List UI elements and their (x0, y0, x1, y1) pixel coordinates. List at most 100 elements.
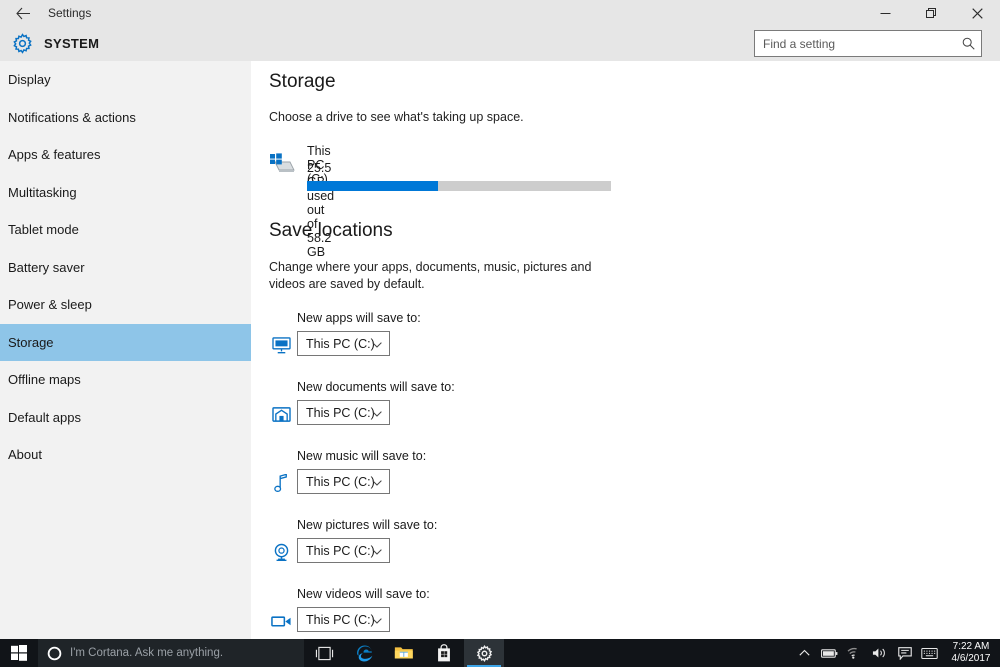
save-location-select-pictures[interactable]: This PC (C:) (297, 538, 390, 563)
sidebar-item-label: Multitasking (8, 184, 77, 200)
search-input[interactable] (755, 36, 955, 51)
sidebar-item-label: Storage (8, 334, 54, 350)
sidebar-item-label: Notifications & actions (8, 109, 136, 125)
start-button[interactable] (0, 639, 38, 667)
storage-description: Choose a drive to see what's taking up s… (269, 110, 524, 124)
taskbar: I'm Cortana. Ask me anything. 7:22 AM 4/… (0, 639, 1000, 667)
sidebar-item-label: Tablet mode (8, 222, 79, 238)
camcorder-icon (269, 609, 293, 633)
search-icon[interactable] (955, 37, 981, 50)
drive-usage-fill (307, 181, 438, 191)
monitor-icon (269, 333, 293, 357)
sidebar-item-label: Default apps (8, 409, 81, 425)
sidebar-item-notifications-actions[interactable]: Notifications & actions (0, 99, 251, 137)
drive-usage-text: 25.5 GB used out of 58.2 GB (307, 161, 335, 259)
task-view-icon[interactable] (304, 639, 344, 667)
drive-usage-bar (307, 181, 611, 191)
wifi-glyph (847, 647, 857, 659)
save-select-value: This PC (C:) (306, 543, 375, 558)
settings-taskbar-icon[interactable] (464, 639, 504, 667)
save-locations-heading: Save locations (269, 220, 393, 241)
camera-glyph (274, 543, 288, 561)
chevron-down-icon (372, 406, 382, 420)
sidebar-item-label: About (8, 447, 42, 463)
search-box[interactable] (754, 30, 982, 57)
volume-glyph (872, 648, 885, 658)
save-row-label: New pictures will save to: (297, 518, 438, 532)
microsoft-store-icon[interactable] (424, 639, 464, 667)
close-icon (971, 7, 983, 19)
save-row-videos: New videos will save to: This PC (C:) (269, 587, 669, 639)
music-note-icon (269, 471, 293, 495)
edge-glyph (356, 645, 372, 661)
battery-glyph (821, 648, 838, 658)
clock[interactable]: 7:22 AM 4/6/2017 (942, 639, 1000, 667)
system-tray: 7:22 AM 4/6/2017 (792, 639, 1000, 667)
volume-icon[interactable] (867, 639, 892, 667)
gear-icon (476, 644, 492, 662)
sidebar-item-label: Power & sleep (8, 297, 92, 313)
save-row-music: New music will save to: This PC (C:) (269, 449, 669, 518)
sidebar-item-offline-maps[interactable]: Offline maps (0, 361, 251, 399)
sidebar-item-label: Display (8, 72, 51, 88)
save-location-select-documents[interactable]: This PC (C:) (297, 400, 390, 425)
save-row-documents: New documents will save to: This PC (C:) (269, 380, 669, 449)
touch-keyboard-icon[interactable] (917, 639, 942, 667)
window-controls (862, 0, 1000, 26)
save-row-pictures: New pictures will save to: This PC (C:) (269, 518, 669, 587)
save-select-value: This PC (C:) (306, 405, 375, 420)
cortana-circle-icon (38, 646, 70, 661)
camcorder-glyph (270, 616, 291, 627)
file-explorer-glyph (394, 647, 413, 659)
windows-start-icon (11, 645, 27, 661)
sidebar-item-about[interactable]: About (0, 436, 251, 474)
settings-gear (4, 33, 40, 54)
hard-drive-icon (269, 152, 295, 179)
monitor-glyph (271, 336, 291, 353)
minimize-icon (880, 12, 890, 14)
sidebar-item-tablet-mode[interactable]: Tablet mode (0, 211, 251, 249)
save-row-label: New apps will save to: (297, 311, 421, 325)
save-location-select-music[interactable]: This PC (C:) (297, 469, 390, 494)
maximize-icon (925, 7, 936, 18)
save-location-select-videos[interactable]: This PC (C:) (297, 607, 390, 632)
save-location-select-apps[interactable]: This PC (C:) (297, 331, 390, 356)
page-header: SYSTEM (0, 26, 1000, 61)
save-row-label: New documents will save to: (297, 380, 455, 394)
back-button[interactable] (0, 0, 46, 26)
chevron-down-icon (372, 613, 382, 627)
chevron-down-icon (372, 337, 382, 351)
minimize-button[interactable] (862, 0, 908, 26)
store-bag-glyph (438, 644, 450, 662)
wifi-icon[interactable] (842, 639, 867, 667)
maximize-button[interactable] (908, 0, 954, 26)
close-button[interactable] (954, 0, 1000, 26)
sidebar-item-battery-saver[interactable]: Battery saver (0, 249, 251, 287)
hard-drive-glyph (270, 153, 295, 172)
clock-time: 7:22 AM (952, 640, 990, 652)
sidebar-item-default-apps[interactable]: Default apps (0, 399, 251, 437)
sidebar-item-storage[interactable]: Storage (0, 323, 251, 361)
magnifier-glyph (962, 37, 975, 50)
save-select-value: This PC (C:) (306, 612, 375, 627)
cortana-placeholder: I'm Cortana. Ask me anything. (70, 647, 224, 659)
sidebar-item-apps-features[interactable]: Apps & features (0, 136, 251, 174)
page-title: SYSTEM (44, 36, 100, 51)
edge-browser-icon[interactable] (344, 639, 384, 667)
title-bar: Settings (0, 0, 1000, 26)
action-center-glyph (897, 646, 912, 660)
gear-icon (12, 33, 32, 54)
save-select-value: This PC (C:) (306, 474, 375, 489)
cortana-search-box[interactable]: I'm Cortana. Ask me anything. (38, 639, 304, 667)
action-center-icon[interactable] (892, 639, 917, 667)
documents-folder-icon (269, 402, 293, 426)
show-hidden-icons-chevron[interactable] (792, 639, 817, 667)
save-row-label: New music will save to: (297, 449, 427, 463)
file-explorer-icon[interactable] (384, 639, 424, 667)
sidebar-item-power-sleep[interactable]: Power & sleep (0, 286, 251, 324)
sidebar-item-display[interactable]: Display (0, 61, 251, 99)
storage-heading: Storage (269, 71, 336, 92)
battery-icon[interactable] (817, 639, 842, 667)
task-view-glyph (315, 646, 333, 660)
sidebar-item-multitasking[interactable]: Multitasking (0, 174, 251, 212)
